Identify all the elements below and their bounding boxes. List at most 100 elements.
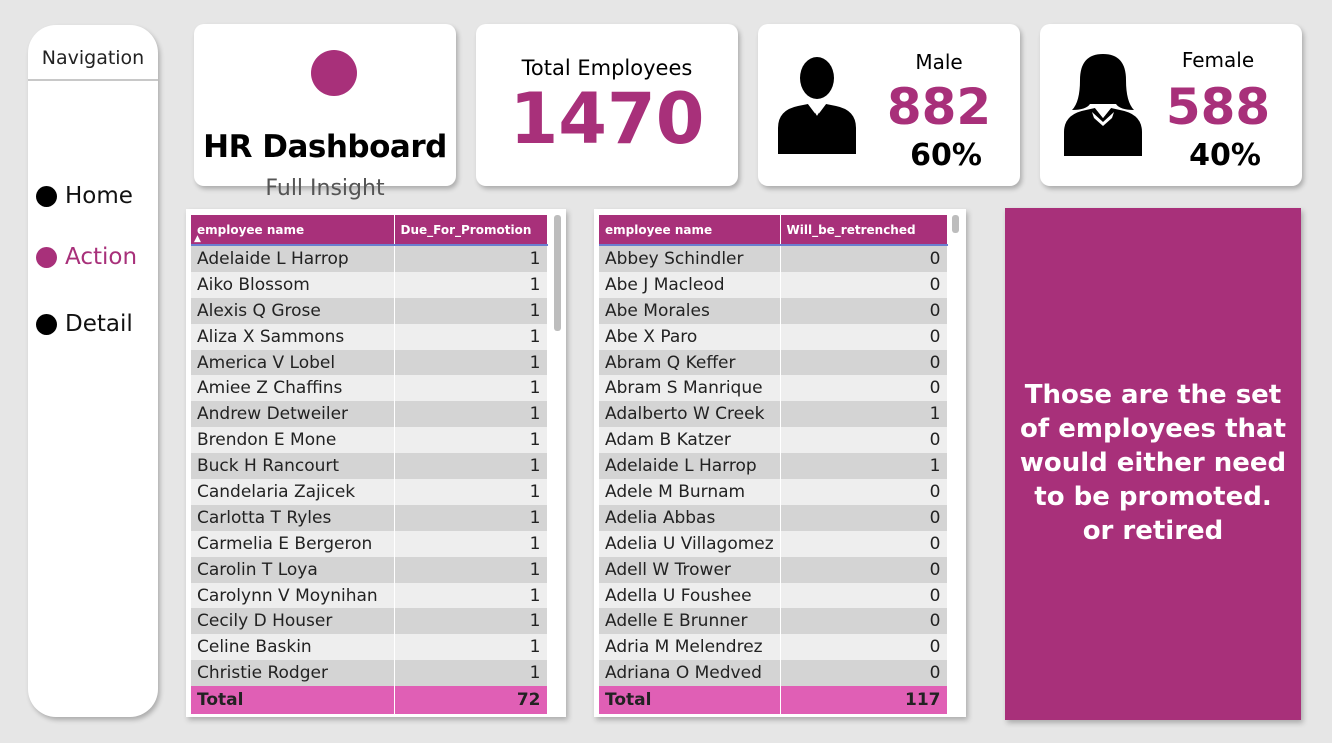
employee-name-cell: Adalberto W Creek	[599, 401, 781, 428]
table-row[interactable]: Carlotta T Ryles 1	[191, 504, 548, 531]
dashboard-subtitle: Full Insight	[265, 176, 385, 201]
female-percent: 40%	[1189, 138, 1261, 173]
info-note-line: or retired	[1082, 516, 1224, 546]
employee-name-cell: Adriana O Medved	[599, 660, 781, 687]
employee-name-cell: Aiko Blossom	[191, 271, 395, 298]
total-row: Total 117	[599, 686, 948, 715]
employee-name-cell: Alexis Q Grose	[191, 297, 395, 324]
female-card: Female 588 40%	[1040, 24, 1302, 186]
table-row[interactable]: Adella U Foushee 0	[599, 582, 948, 609]
table-row[interactable]: Adele M Burnam 0	[599, 479, 948, 505]
column-header-employee-name[interactable]: employee name	[599, 215, 781, 246]
table-row[interactable]: Adelia Abbas 0	[599, 504, 948, 531]
table-row[interactable]: Andrew Detweiler 1	[191, 401, 548, 428]
value-cell: 1	[394, 479, 548, 505]
table-row[interactable]: America V Lobel 1	[191, 349, 548, 376]
table-row[interactable]: Abe Morales 0	[599, 297, 948, 324]
value-cell: 0	[780, 530, 948, 557]
value-cell: 1	[394, 401, 548, 428]
retrench-table-card: employee name Will_be_retrenched Abbey S…	[594, 209, 966, 717]
table-row[interactable]: Adria M Melendrez 0	[599, 634, 948, 661]
value-cell: 0	[780, 504, 948, 531]
employee-name-cell: Carmelia E Bergeron	[191, 530, 395, 557]
table-row[interactable]: Adelle E Brunner 0	[599, 608, 948, 635]
employee-name-cell: Adelaide L Harrop	[599, 453, 781, 480]
male-person-icon	[778, 57, 856, 154]
table-row[interactable]: Candelaria Zajicek 1	[191, 479, 548, 505]
table-row[interactable]: Adalberto W Creek 1	[599, 401, 948, 428]
table-row[interactable]: Abe X Paro 0	[599, 323, 948, 350]
value-cell: 1	[394, 375, 548, 402]
employee-name-cell: Aliza X Sammons	[191, 323, 395, 350]
table-row[interactable]: Christie Rodger 1	[191, 660, 548, 687]
column-header-employee-name[interactable]: employee name	[191, 215, 395, 246]
nav-item-action[interactable]: Action	[36, 244, 137, 270]
table-row[interactable]: Adriana O Medved 0	[599, 660, 948, 687]
employee-name-cell: Amiee Z Chaffins	[191, 375, 395, 402]
employee-name-cell: Adella U Foushee	[599, 582, 781, 609]
employee-name-cell: Adele M Burnam	[599, 479, 781, 505]
dashboard-title: HR Dashboard	[203, 129, 447, 165]
info-note-line: would either need	[1019, 448, 1287, 478]
bullet-icon	[36, 185, 57, 207]
table-row[interactable]: Celine Baskin 1	[191, 634, 548, 661]
total-employees-value: 1470	[509, 78, 705, 160]
table-row[interactable]: Brendon E Mone 1	[191, 427, 548, 454]
sort-ascending-icon[interactable]: ▲	[194, 234, 201, 244]
retrench-table-body: Abbey Schindler 0 Abe J Macleod 0 Abe Morale…	[599, 245, 948, 715]
table-row[interactable]: Amiee Z Chaffins 1	[191, 375, 548, 402]
table-row[interactable]: Adelia U Villagomez 0	[599, 530, 948, 557]
table-row[interactable]: Abe J Macleod 0	[599, 271, 948, 298]
employee-name-cell: Adell W Trower	[599, 556, 781, 583]
total-value: 72	[394, 686, 548, 715]
value-cell: 1	[780, 453, 948, 480]
nav-item-detail[interactable]: Detail	[36, 311, 133, 337]
value-cell: 0	[780, 608, 948, 635]
table-row[interactable]: Abram S Manrique 0	[599, 375, 948, 402]
employee-name-cell: Adelia Abbas	[599, 504, 781, 531]
table-row[interactable]: Cecily D Houser 1	[191, 608, 548, 635]
total-employees-card: Total Employees 1470	[476, 24, 738, 186]
scrollbar-thumb[interactable]	[952, 215, 959, 233]
nav-item-home[interactable]: Home	[36, 183, 133, 209]
value-cell: 1	[394, 323, 548, 350]
employee-name-cell: Abe Morales	[599, 297, 781, 324]
total-value: 117	[780, 686, 948, 715]
value-cell: 1	[394, 349, 548, 376]
table-row[interactable]: Carolin T Loya 1	[191, 556, 548, 583]
table-row[interactable]: Aliza X Sammons 1	[191, 323, 548, 350]
table-row[interactable]: Adelaide L Harrop 1	[191, 245, 548, 272]
nav-item-label: Detail	[65, 311, 133, 337]
info-note-text: Those are the set of employees that would …	[1015, 378, 1291, 548]
table-row[interactable]: Carmelia E Bergeron 1	[191, 530, 548, 557]
table-row[interactable]: Aiko Blossom 1	[191, 271, 548, 298]
scrollbar-thumb[interactable]	[554, 215, 561, 331]
table-row[interactable]: Carolynn V Moynihan 1	[191, 582, 548, 609]
table-row[interactable]: Buck H Rancourt 1	[191, 453, 548, 480]
employee-name-cell: Carolin T Loya	[191, 556, 395, 583]
info-note-line: of employees that	[1020, 414, 1286, 444]
table-row[interactable]: Adam B Katzer 0	[599, 427, 948, 454]
nav-item-label: Action	[65, 244, 138, 270]
promotion-table: employee name Due_For_Promotion Adelaide…	[191, 215, 548, 715]
value-cell: 1	[394, 582, 548, 609]
table-row[interactable]: Adell W Trower 0	[599, 556, 948, 583]
table-row[interactable]: Abbey Schindler 0	[599, 245, 948, 272]
table-row[interactable]: Abram Q Keffer 0	[599, 349, 948, 376]
value-cell: 1	[394, 245, 548, 272]
value-cell: 1	[394, 504, 548, 531]
column-header-will-be-retrenched[interactable]: Will_be_retrenched	[780, 215, 948, 246]
column-header-due-for-promotion[interactable]: Due_For_Promotion	[394, 215, 548, 246]
total-employees-label: Total Employees	[521, 56, 693, 80]
employee-name-cell: Cecily D Houser	[191, 608, 395, 635]
value-cell: 1	[394, 271, 548, 298]
value-cell: 0	[780, 582, 948, 609]
employee-name-cell: Celine Baskin	[191, 634, 395, 661]
value-cell: 0	[780, 634, 948, 661]
employee-name-cell: Brendon E Mone	[191, 427, 395, 454]
value-cell: 0	[780, 660, 948, 687]
value-cell: 1	[394, 530, 548, 557]
employee-name-cell: Abe X Paro	[599, 323, 781, 350]
table-row[interactable]: Alexis Q Grose 1	[191, 297, 548, 324]
table-row[interactable]: Adelaide L Harrop 1	[599, 453, 948, 480]
